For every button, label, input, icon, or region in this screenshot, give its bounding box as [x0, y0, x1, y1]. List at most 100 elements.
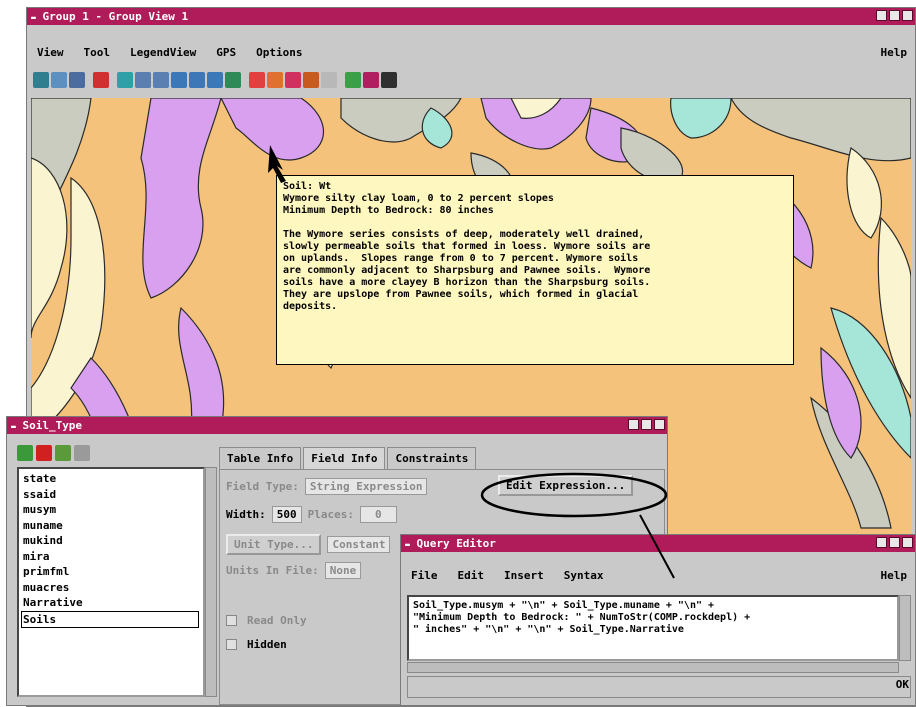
field-properties-icon[interactable]: [74, 445, 90, 461]
rotate-icon[interactable]: [135, 72, 151, 88]
field-item-mukind[interactable]: mukind: [23, 533, 199, 549]
field-toolbar: [17, 445, 90, 461]
close-icon[interactable]: [902, 10, 913, 21]
rotate-back-icon[interactable]: [153, 72, 169, 88]
query-vertical-scrollbar[interactable]: [899, 595, 911, 661]
field-item-muacres[interactable]: muacres: [23, 580, 199, 596]
zoom-fit-icon[interactable]: [51, 72, 67, 88]
units-in-file-select[interactable]: None: [324, 562, 362, 579]
field-type-select[interactable]: String Expression: [304, 478, 428, 495]
pointer-icon[interactable]: [285, 72, 301, 88]
maximize-icon[interactable]: [641, 419, 652, 430]
width-label: Width:: [226, 508, 266, 521]
maximize-icon[interactable]: [889, 10, 900, 21]
field-item-muname[interactable]: muname: [23, 518, 199, 534]
maximize-icon[interactable]: [889, 537, 900, 548]
menu-help[interactable]: Help: [881, 46, 916, 59]
field-type-row: Field Type: String Expression: [226, 478, 428, 495]
pan-icon[interactable]: [225, 72, 241, 88]
hidden-label: Hidden: [247, 638, 287, 651]
read-only-checkbox[interactable]: [226, 615, 237, 626]
ok-button[interactable]: OK: [896, 678, 909, 691]
menu-view[interactable]: View: [27, 46, 74, 59]
field-item-narrative[interactable]: Narrative: [23, 595, 199, 611]
field-item-ssaid[interactable]: ssaid: [23, 487, 199, 503]
menu-tool[interactable]: Tool: [74, 46, 121, 59]
zoom-window-icon[interactable]: [207, 72, 223, 88]
query-editor-window: ▬ Query Editor File Edit Insert Syntax H…: [400, 534, 916, 706]
menu-file[interactable]: File: [401, 569, 448, 582]
group-view-menubar: View Tool LegendView GPS Options Help: [27, 44, 915, 60]
soil-datatip: Soil: Wt Wymore silty clay loam, 0 to 2 …: [276, 175, 794, 365]
gps-icon[interactable]: [321, 72, 337, 88]
field-item-musym[interactable]: musym: [23, 502, 199, 518]
tab-field-info[interactable]: Field Info: [303, 447, 386, 469]
menu-insert[interactable]: Insert: [494, 569, 554, 582]
add-field-icon[interactable]: [17, 445, 33, 461]
places-label: Places:: [307, 508, 354, 521]
read-only-label: Read Only: [247, 614, 307, 627]
tab-table-info[interactable]: Table Info: [219, 447, 302, 469]
zoom-extent-icon[interactable]: [69, 72, 85, 88]
hidden-row: Hidden: [226, 638, 287, 651]
field-tabs: Table Info Field Info Constraints: [219, 447, 478, 469]
unit-type-row: Unit Type... Constant: [226, 534, 391, 555]
query-editor-menubar: File Edit Insert Syntax Help: [401, 567, 915, 583]
menu-help[interactable]: Help: [881, 569, 916, 582]
field-item-primfml[interactable]: primfml: [23, 564, 199, 580]
query-editor-titlebar[interactable]: ▬ Query Editor: [401, 535, 915, 552]
menu-gps[interactable]: GPS: [206, 46, 246, 59]
minimize-icon[interactable]: [628, 419, 639, 430]
width-field[interactable]: 500: [271, 506, 302, 523]
field-item-mira[interactable]: mira: [23, 549, 199, 565]
measure-icon[interactable]: [267, 72, 283, 88]
menu-syntax[interactable]: Syntax: [554, 569, 614, 582]
window-menu-icon[interactable]: ▬: [31, 13, 36, 22]
units-in-file-row: Units In File: None: [226, 562, 362, 579]
delete-field-icon[interactable]: [36, 445, 52, 461]
unit-type-button[interactable]: Unit Type...: [226, 534, 322, 555]
menu-options[interactable]: Options: [246, 46, 312, 59]
field-list-scrollbar[interactable]: [205, 467, 217, 697]
tab-constraints[interactable]: Constraints: [387, 447, 477, 469]
units-in-file-label: Units In File:: [226, 564, 319, 577]
view-toolbar: [33, 72, 397, 88]
edit-expression-button[interactable]: Edit Expression...: [498, 475, 634, 496]
layer-icon[interactable]: [363, 72, 379, 88]
soil-type-title: Soil_Type: [22, 419, 83, 432]
places-field[interactable]: 0: [359, 506, 397, 523]
query-editor-title: Query Editor: [416, 537, 496, 550]
hidden-checkbox[interactable]: [226, 639, 237, 650]
field-list[interactable]: state ssaid musym muname mukind mira pri…: [17, 467, 205, 697]
zoom-in-icon[interactable]: [171, 72, 187, 88]
query-horizontal-scrollbar[interactable]: [407, 662, 899, 673]
add-layer-icon[interactable]: [93, 72, 109, 88]
field-type-label: Field Type:: [226, 480, 299, 493]
window-menu-icon[interactable]: ▬: [405, 540, 410, 549]
query-expression-textarea[interactable]: Soil_Type.musym + "\n" + Soil_Type.munam…: [407, 595, 899, 661]
group-view-title: Group 1 - Group View 1: [42, 10, 189, 23]
zoom-world-icon[interactable]: [33, 72, 49, 88]
unit-type-value[interactable]: Constant: [327, 536, 391, 553]
soil-type-titlebar[interactable]: ▬ Soil_Type: [7, 417, 667, 434]
width-row: Width: 500 Places: 0: [226, 506, 397, 523]
minimize-icon[interactable]: [876, 537, 887, 548]
field-item-soils[interactable]: Soils: [21, 610, 199, 628]
zoom-out-icon[interactable]: [189, 72, 205, 88]
minimize-icon[interactable]: [876, 10, 887, 21]
select-icon[interactable]: [117, 72, 133, 88]
read-only-row: Read Only: [226, 614, 307, 627]
menu-edit[interactable]: Edit: [448, 569, 495, 582]
legend-icon[interactable]: [345, 72, 361, 88]
field-item-state[interactable]: state: [23, 471, 199, 487]
query-status-bar: [407, 676, 911, 698]
close-icon[interactable]: [654, 419, 665, 430]
signal-icon[interactable]: [381, 72, 397, 88]
insert-field-icon[interactable]: [55, 445, 71, 461]
find-icon[interactable]: [249, 72, 265, 88]
window-menu-icon[interactable]: ▬: [11, 422, 16, 431]
menu-legendview[interactable]: LegendView: [120, 46, 206, 59]
group-view-titlebar[interactable]: ▬ Group 1 - Group View 1: [27, 8, 915, 25]
close-icon[interactable]: [902, 537, 913, 548]
edit-icon[interactable]: [303, 72, 319, 88]
